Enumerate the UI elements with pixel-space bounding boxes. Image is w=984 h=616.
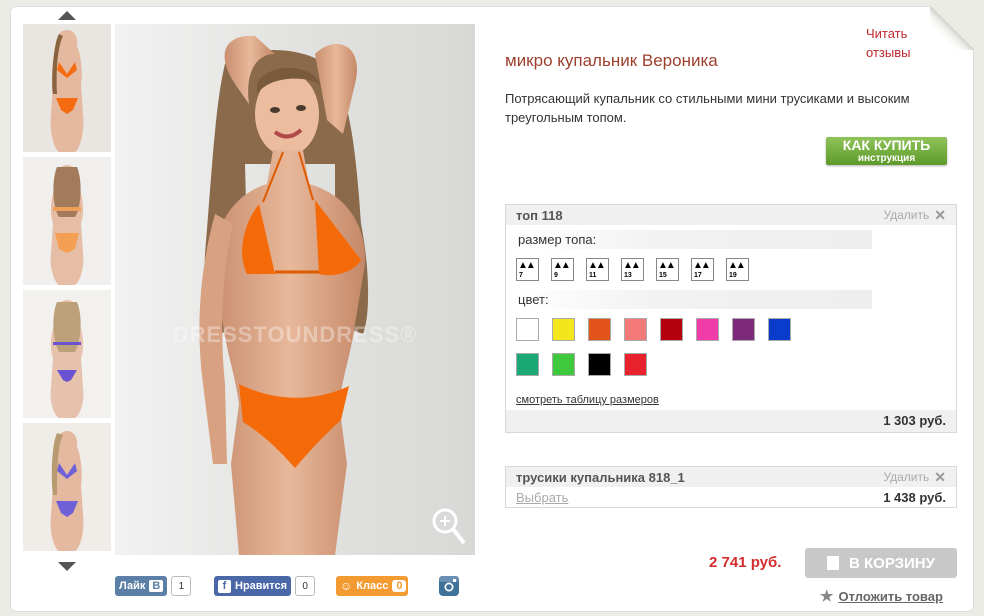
remove-top-button[interactable]: Удалить ✕ [883,207,946,224]
remove-label: Удалить [883,208,930,222]
size-option[interactable]: ▲▲ 11 [586,258,609,281]
bottom-option-name: трусики купальника 818_1 [516,469,685,485]
color-swatch[interactable] [552,318,575,341]
ok-class-count: 0 [392,580,407,592]
cup-icon: ▲▲ [693,260,711,271]
thumbnail-4[interactable] [23,423,111,551]
read-reviews-link[interactable]: Читать отзывы [866,24,926,62]
size-options: ▲▲ 7 ▲▲ 9 ▲▲ 11 ▲▲ 13 ▲▲ 15 ▲▲ 17 ▲▲ 19 [516,258,761,281]
scroll-up-arrow-icon[interactable] [58,11,76,20]
thumbnail-1[interactable] [23,24,111,152]
choose-bottom-link[interactable]: Выбрать [516,490,568,505]
cup-icon: ▲▲ [658,260,676,271]
facebook-icon: f [218,579,231,593]
color-swatch[interactable] [516,318,539,341]
size-number: 17 [694,272,702,279]
top-option-name: топ 118 [516,207,563,223]
ok-class-button[interactable]: ☺ Класс 0 [336,576,409,596]
shopping-bag-icon [827,556,839,570]
size-option[interactable]: ▲▲ 15 [656,258,679,281]
top-option-header: топ 118 Удалить ✕ [506,205,956,225]
bottom-option-box: трусики купальника 818_1 Удалить ✕ Выбра… [505,466,957,508]
vk-logo-icon: В [149,580,164,592]
scroll-down-arrow-icon[interactable] [58,562,76,571]
fb-like-label: Нравится [235,580,288,592]
close-icon: ✕ [934,206,946,223]
fb-like-button[interactable]: f Нравится [214,576,292,596]
product-title: микро купальник Вероника [505,51,718,70]
vk-like[interactable]: Лайк В 1 [115,575,192,597]
color-swatch[interactable] [552,353,575,376]
size-number: 19 [729,272,737,279]
color-swatch[interactable] [624,353,647,376]
add-to-cart-button[interactable]: В КОРЗИНУ [805,548,957,578]
vk-like-count: 1 [171,576,192,596]
thumbnail-3[interactable] [23,290,111,418]
color-label: цвет: [516,290,872,309]
size-option[interactable]: ▲▲ 9 [551,258,574,281]
thumbnail-2[interactable] [23,157,111,285]
vk-like-label: Лайк [119,580,146,592]
total-price: 2 741 руб. [709,554,782,571]
size-table-link[interactable]: смотреть таблицу размеров [516,394,659,406]
ok-class-label: Класс [356,580,389,592]
close-icon: ✕ [934,468,946,485]
color-swatch[interactable] [768,318,791,341]
size-option[interactable]: ▲▲ 17 [691,258,714,281]
fb-like[interactable]: f Нравится 0 [214,575,316,597]
top-price: 1 303 руб. [506,410,956,432]
size-label: размер топа: [516,230,872,249]
cup-icon: ▲▲ [588,260,606,271]
size-number: 7 [519,272,523,279]
save-for-later-label: Отложить товар [838,588,943,604]
size-number: 11 [589,272,597,279]
save-for-later-link[interactable]: ★ Отложить товар [820,587,943,605]
watermark: DRESSTOUNDRESS® [173,322,418,347]
odnoklassniki-icon: ☺ [340,579,353,593]
size-number: 9 [554,272,558,279]
how-to-buy-button[interactable]: КАК КУПИТЬ инструкция [826,137,947,165]
instagram-button[interactable] [439,575,459,597]
ok-class[interactable]: ☺ Класс 0 [336,575,409,597]
product-description: Потрясающий купальник со стильными мини … [505,91,910,125]
bottom-option-row: Выбрать 1 438 руб. [506,487,956,507]
color-options [516,318,836,388]
color-swatch[interactable] [660,318,683,341]
top-option-box: топ 118 Удалить ✕ размер топа: ▲▲ 7 ▲▲ 9 ▲▲ 1… [505,204,957,433]
color-swatch[interactable] [588,318,611,341]
zoom-icon[interactable] [431,507,467,547]
vk-like-button[interactable]: Лайк В [115,576,168,596]
main-product-image[interactable]: DRESSTOUNDRESS® [115,24,475,555]
page-curl [930,6,974,50]
color-swatch[interactable] [516,353,539,376]
size-option[interactable]: ▲▲ 13 [621,258,644,281]
add-to-cart-label: В КОРЗИНУ [849,554,935,572]
instagram-icon[interactable] [439,576,459,596]
cup-icon: ▲▲ [623,260,641,271]
fb-like-count: 0 [295,576,316,596]
bottom-price: 1 438 руб. [883,489,946,505]
size-number: 15 [659,272,667,279]
color-swatch[interactable] [624,318,647,341]
color-swatch[interactable] [732,318,755,341]
size-option[interactable]: ▲▲ 19 [726,258,749,281]
star-icon: ★ [820,588,834,605]
size-option[interactable]: ▲▲ 7 [516,258,539,281]
color-swatch[interactable] [588,353,611,376]
remove-label: Удалить [883,470,930,484]
cup-icon: ▲▲ [728,260,746,271]
cup-icon: ▲▲ [553,260,571,271]
cup-icon: ▲▲ [518,260,536,271]
color-swatch[interactable] [696,318,719,341]
remove-bottom-button[interactable]: Удалить ✕ [883,469,946,486]
bottom-option-header: трусики купальника 818_1 Удалить ✕ [506,467,956,487]
how-to-buy-sublabel: инструкция [857,153,916,164]
how-to-buy-label: КАК КУПИТЬ [842,137,931,153]
size-number: 13 [624,272,632,279]
